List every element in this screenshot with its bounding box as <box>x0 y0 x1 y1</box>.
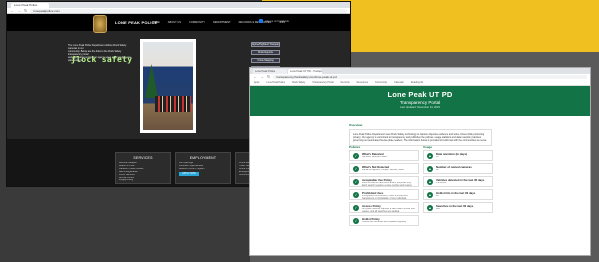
bookmark[interactable]: Lone Peak Police <box>266 81 285 84</box>
policies-heading: Policies <box>349 145 361 149</box>
check-icon: ✓ <box>353 153 359 159</box>
usage-card[interactable]: ▲ Data retention (in days) 30 <box>423 150 493 161</box>
check-icon: ✓ <box>353 192 359 198</box>
facebook-icon[interactable] <box>259 19 263 23</box>
tab-lone-peak-police[interactable]: Lone Peak Police <box>253 69 287 74</box>
policy-card[interactable]: ✓ Acceptable Use Policy Flock is used fo… <box>349 176 419 187</box>
footer-employment: EMPLOYMENT Job Openings Volunteer Opport… <box>175 152 231 184</box>
bookmark[interactable]: Reading list <box>411 81 424 84</box>
footer-link[interactable]: Fingerprinting <box>119 179 167 182</box>
browser-window-transparency-portal[interactable]: Lone Peak Police Lone Peak UT PD - Trans… <box>249 67 591 256</box>
policy-card[interactable]: ✓ Access Policy All system access requir… <box>349 202 419 213</box>
back-arrow-icon[interactable]: ← <box>253 75 257 79</box>
overview-section: Overview Lone Peak Police Department use… <box>349 123 492 147</box>
flock-safety-logo[interactable]: ƒlock safety <box>71 55 132 64</box>
back-arrow-icon[interactable]: ← <box>10 8 14 13</box>
chart-icon: ▲ <box>427 166 433 172</box>
facebook-link[interactable]: Like us on Facebook <box>265 20 289 23</box>
reload-icon[interactable]: ↻ <box>24 8 27 13</box>
check-icon: ✓ <box>353 166 359 172</box>
apply-now-button[interactable]: APPLY NOW <box>179 171 199 176</box>
bookmark[interactable]: Transparency Portal <box>312 81 333 84</box>
flock-reports-button[interactable]: Flock Reports <box>251 50 280 55</box>
chart-icon: ▲ <box>427 179 433 185</box>
last-updated: Last Updated: November 14, 2023 <box>400 106 440 109</box>
usage-card[interactable]: ▲ Number of owned cameras 12 <box>423 163 493 174</box>
check-icon: ✓ <box>353 179 359 185</box>
usage-heading: Usage <box>423 145 433 149</box>
menu-item-department[interactable]: DEPARTMENT <box>213 21 231 24</box>
footer-link[interactable]: Reserve Officer Program <box>179 168 227 171</box>
url-field[interactable]: lonepeakpolice.com <box>30 8 347 13</box>
policy-card[interactable]: ✓ What's Detected Vehicles, License Plat… <box>349 150 419 161</box>
group-of-people <box>155 96 191 112</box>
bookmark[interactable]: Apps <box>254 81 259 84</box>
bookmark[interactable]: Flock Safety <box>292 81 305 84</box>
department-group-photo <box>140 39 196 133</box>
bookmark[interactable]: Calendar <box>394 81 404 84</box>
menu-item-home[interactable]: HOME <box>152 21 160 24</box>
forward-arrow-icon[interactable]: → <box>17 8 21 13</box>
portal-subtitle: Transparency Portal <box>399 100 441 105</box>
usage-card[interactable]: ▲ Vehicles detected in the last 30 days … <box>423 176 493 187</box>
crime-mapping-button[interactable]: Crime Mapping <box>251 58 280 63</box>
portal-header: Lone Peak UT PD Transparency Portal Last… <box>250 86 590 116</box>
bookmark[interactable]: Community <box>375 81 387 84</box>
check-icon: ✓ <box>353 205 359 211</box>
overview-heading: Overview <box>349 123 363 127</box>
menu-item-community[interactable]: COMMUNITY <box>189 21 205 24</box>
policy-card[interactable]: ✓ What's Not Detected Facial recognition… <box>349 163 419 174</box>
url-field[interactable]: transparency.flocksafety.com/lone-peak-u… <box>273 75 587 79</box>
site-header: LONE PEAK POLICE HOME ABOUT US COMMUNITY… <box>7 14 350 33</box>
christmas-tree <box>145 64 158 98</box>
tab-transparency-portal[interactable]: Lone Peak UT PD - Transparency <box>288 69 322 74</box>
transparency-button[interactable]: Alpine/Highland Transparency <box>251 42 280 47</box>
usage-card[interactable]: ▲ Searches in the last 30 days 312 <box>423 202 493 213</box>
chart-icon: ▲ <box>427 192 433 198</box>
policy-card[interactable]: ✓ Prohibited Uses Immigration enforcemen… <box>349 189 419 200</box>
bookmark[interactable]: Resources <box>357 81 368 84</box>
policy-card[interactable]: ✓ Hotlist Policy Hotlists are reviewed a… <box>349 215 419 226</box>
forward-arrow-icon[interactable]: → <box>260 75 264 79</box>
overview-text: Lone Peak Police Department uses Flock S… <box>349 129 492 147</box>
chart-icon: ▲ <box>427 153 433 159</box>
chart-icon: ▲ <box>427 205 433 211</box>
reload-icon[interactable]: ↻ <box>267 75 270 79</box>
usage-card[interactable]: ▲ Hotlist hits in the last 30 days 84 <box>423 189 493 200</box>
menu-item-about[interactable]: ABOUT US <box>168 21 181 24</box>
check-icon: ✓ <box>353 218 359 224</box>
footer-services: SERVICES Records Request Report a Crime … <box>115 152 171 184</box>
bookmark[interactable]: Records <box>341 81 350 84</box>
agency-title: Lone Peak UT PD <box>387 90 453 99</box>
police-badge-logo[interactable] <box>93 15 107 33</box>
